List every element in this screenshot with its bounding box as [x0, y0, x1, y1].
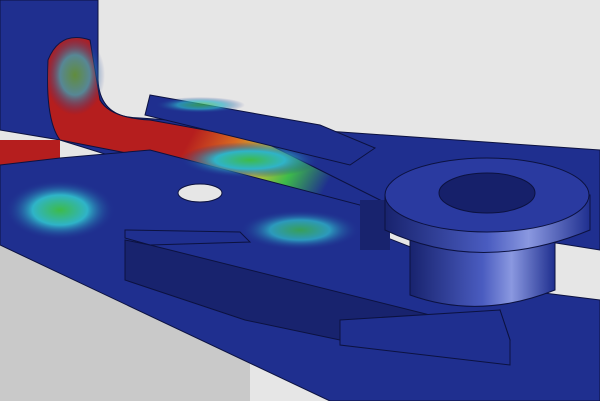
stress-patch	[5, 180, 115, 240]
plate-hole	[177, 183, 223, 203]
boss-bore	[438, 172, 536, 214]
stress-patch	[45, 35, 105, 115]
stress-patch	[240, 210, 360, 250]
lower-rib-tab	[124, 229, 252, 246]
fea-stress-render	[0, 0, 600, 401]
stress-patch	[155, 97, 245, 113]
stress-contour-viewport	[0, 0, 600, 401]
